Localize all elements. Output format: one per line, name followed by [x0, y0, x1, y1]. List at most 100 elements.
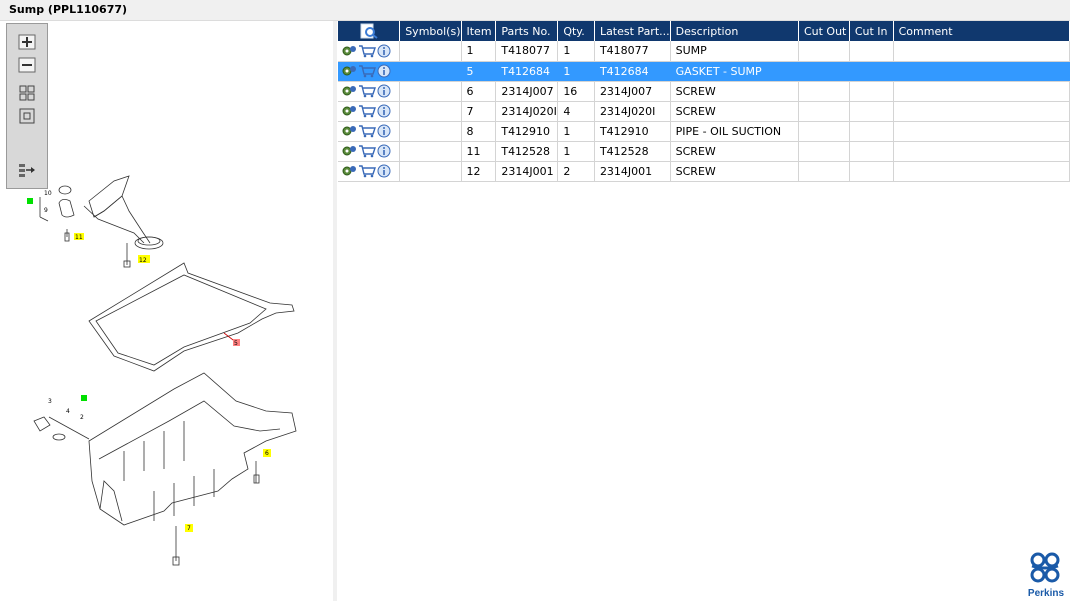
perkins-logo: Perkins [1026, 551, 1066, 599]
table-row[interactable]: 7 2314J020I 4 2314J020I SCREW [338, 101, 1070, 122]
cart-icon[interactable] [358, 104, 376, 118]
cell-cut-out [798, 101, 850, 122]
cell-comment [893, 41, 1070, 62]
cell-latest-part: 2314J007 [594, 81, 671, 102]
cell-cut-in [849, 61, 894, 82]
callout-label: 7 [187, 525, 191, 532]
gear-icon[interactable] [341, 164, 357, 178]
gear-icon[interactable] [341, 104, 357, 118]
column-header-cut-in[interactable]: Cut In [849, 21, 894, 41]
cell-latest-part: 2314J020I [594, 101, 671, 122]
callout-label: 10 [44, 190, 52, 197]
export-button[interactable] [17, 161, 37, 179]
cell-comment [893, 61, 1070, 82]
cell-icons [338, 141, 401, 162]
cell-symbols [399, 101, 462, 122]
info-icon[interactable] [377, 144, 391, 158]
cell-part-no: 2314J007 [495, 81, 559, 102]
panel-splitter[interactable] [333, 21, 337, 601]
column-header-qty[interactable]: Qty. [557, 21, 595, 41]
fit-all-button[interactable] [17, 84, 37, 102]
table-row[interactable]: 5 T412684 1 T412684 GASKET - SUMP [338, 61, 1070, 82]
cell-part-no: T412684 [495, 61, 559, 82]
cell-description: GASKET - SUMP [670, 61, 799, 82]
fit-all-icon [19, 85, 35, 101]
table-row[interactable]: 1 T418077 1 T418077 SUMP [338, 41, 1070, 62]
cart-icon[interactable] [358, 124, 376, 138]
actual-size-button[interactable] [17, 107, 37, 125]
column-header-symbols[interactable]: Symbol(s) [399, 21, 462, 41]
cell-icons [338, 61, 401, 82]
cell-item: 5 [461, 61, 497, 82]
gear-icon[interactable] [341, 44, 357, 58]
table-row[interactable]: 12 2314J001 2 2314J001 SCREW [338, 161, 1070, 182]
cart-icon[interactable] [358, 144, 376, 158]
cell-symbols [399, 141, 462, 162]
cell-icons [338, 121, 401, 142]
cell-icons [338, 101, 401, 122]
table-row[interactable]: 8 T412910 1 T412910 PIPE - OIL SUCTION [338, 121, 1070, 142]
column-header-comment[interactable]: Comment [893, 21, 1070, 41]
cell-cut-out [798, 61, 850, 82]
info-icon[interactable] [377, 124, 391, 138]
column-header-cut-out[interactable]: Cut Out [798, 21, 850, 41]
zoom-out-button[interactable] [17, 56, 37, 74]
table-row[interactable]: 6 2314J007 16 2314J007 SCREW [338, 81, 1070, 102]
info-icon[interactable] [377, 64, 391, 78]
column-header-tools[interactable] [338, 21, 401, 41]
cell-latest-part: T412528 [594, 141, 671, 162]
cell-description: SCREW [670, 161, 799, 182]
cell-symbols [399, 41, 462, 62]
info-icon[interactable] [377, 44, 391, 58]
column-header-item[interactable]: Item [461, 21, 497, 41]
cell-item: 12 [461, 161, 497, 182]
cell-cut-in [849, 121, 894, 142]
gear-icon[interactable] [341, 124, 357, 138]
parts-table: Symbol(s) Item Parts No. Qty. Latest Par… [338, 21, 1070, 182]
cell-latest-part: T412910 [594, 121, 671, 142]
gear-icon[interactable] [341, 64, 357, 78]
cart-icon[interactable] [358, 44, 376, 58]
gear-icon[interactable] [341, 144, 357, 158]
cell-icons [338, 81, 401, 102]
diagram-toolbar [6, 23, 48, 189]
exploded-diagram[interactable]: 10 9 11 12 5 3 4 2 6 7 [4, 21, 333, 601]
cell-description: SCREW [670, 101, 799, 122]
cart-icon[interactable] [358, 84, 376, 98]
parts-grid-panel: Symbol(s) Item Parts No. Qty. Latest Par… [338, 21, 1070, 601]
info-icon[interactable] [377, 84, 391, 98]
cell-latest-part: 2314J001 [594, 161, 671, 182]
actual-size-icon [19, 108, 35, 124]
cell-icons [338, 161, 401, 182]
table-row[interactable]: 11 T412528 1 T412528 SCREW [338, 141, 1070, 162]
cell-icons [338, 41, 401, 62]
callout-label: 12 [139, 257, 147, 264]
cell-symbols [399, 81, 462, 102]
cell-cut-out [798, 41, 850, 62]
info-icon[interactable] [377, 164, 391, 178]
info-icon[interactable] [377, 104, 391, 118]
cell-item: 7 [461, 101, 497, 122]
column-header-latest-part[interactable]: Latest Part... [594, 21, 671, 41]
cell-symbols [399, 61, 462, 82]
cell-symbols [399, 161, 462, 182]
column-header-part-no[interactable]: Parts No. [495, 21, 559, 41]
cell-description: SUMP [670, 41, 799, 62]
callout-label: 5 [234, 340, 238, 347]
callout-label: 11 [75, 234, 83, 241]
callout-label: 4 [66, 408, 70, 415]
cell-item: 6 [461, 81, 497, 102]
cart-icon[interactable] [358, 64, 376, 78]
title-bar: Sump (PPL110677) [0, 0, 1070, 21]
column-header-description[interactable]: Description [670, 21, 799, 41]
table-header-row: Symbol(s) Item Parts No. Qty. Latest Par… [338, 21, 1070, 41]
gear-icon[interactable] [341, 84, 357, 98]
export-icon [19, 164, 35, 177]
cart-icon[interactable] [358, 164, 376, 178]
diagram-panel[interactable]: 10 9 11 12 5 3 4 2 6 7 [4, 21, 334, 601]
cell-latest-part: T418077 [594, 41, 671, 62]
perkins-logo-mark: Perkins [1028, 552, 1065, 599]
zoom-in-button[interactable] [17, 33, 37, 51]
cell-qty: 1 [557, 41, 595, 62]
cell-cut-in [849, 81, 894, 102]
